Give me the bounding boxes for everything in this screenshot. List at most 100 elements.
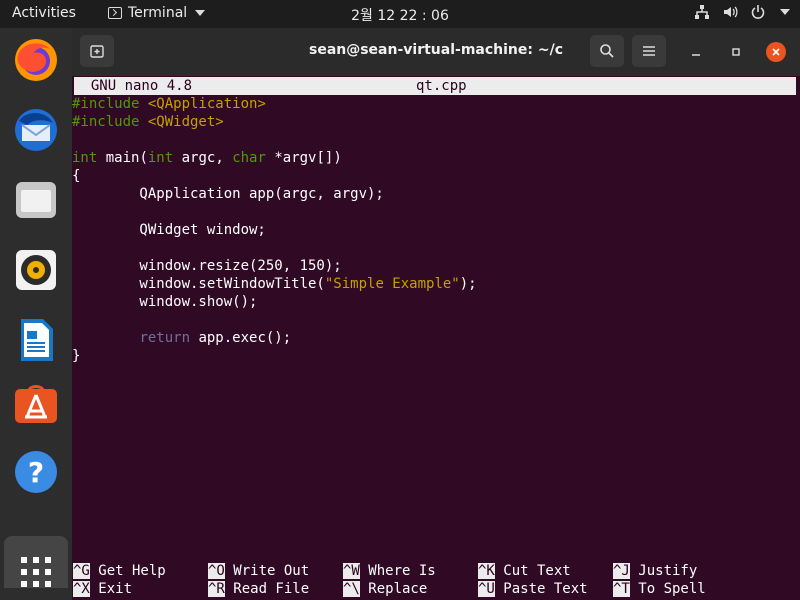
shortcut-label: Read File xyxy=(224,581,310,597)
shortcut-label: Cut Text xyxy=(494,563,571,579)
code-line[interactable]: } xyxy=(72,347,80,365)
search-icon xyxy=(600,44,614,58)
shortcut-key: ^T xyxy=(613,581,630,597)
code-line[interactable]: #include <QWidget> xyxy=(72,113,224,131)
rhythmbox-icon[interactable] xyxy=(12,246,60,294)
code-token: <QApplication> xyxy=(147,96,266,112)
shortcut-label: Where Is xyxy=(359,563,436,579)
code-token: { xyxy=(72,168,81,184)
terminal-window: sean@sean-virtual-machine: ~/c GNU nano … xyxy=(72,28,800,600)
code-token: ); xyxy=(459,276,477,292)
code-token: QWidget window; xyxy=(72,222,266,238)
code-token: "Simple Example" xyxy=(324,276,460,292)
shortcut-item: ^O Write Out xyxy=(208,562,309,580)
app-menu[interactable]: Terminal xyxy=(108,5,206,21)
shortcut-label: Paste Text xyxy=(494,581,588,597)
shortcut-key: ^K xyxy=(478,563,495,579)
minimize-icon xyxy=(692,54,700,56)
shortcut-item: ^\ Replace xyxy=(343,580,427,598)
code-token: <QWidget> xyxy=(147,114,224,130)
code-token: #include xyxy=(72,114,148,130)
shortcut-key: ^\ xyxy=(343,581,360,597)
volume-icon[interactable] xyxy=(722,4,738,20)
shortcut-key: ^G xyxy=(73,563,90,579)
shortcut-item: ^X Exit xyxy=(73,580,132,598)
code-token: } xyxy=(72,348,81,364)
shortcut-item: ^W Where Is xyxy=(343,562,436,580)
top-bar: Activities Terminal 2월 12 22 : 06 xyxy=(0,0,800,28)
shortcut-item: ^U Paste Text xyxy=(478,580,588,598)
code-line[interactable]: #include <QApplication> xyxy=(72,95,266,113)
app-menu-label: Terminal xyxy=(128,5,188,21)
software-center-icon[interactable] xyxy=(12,380,60,428)
help-icon[interactable]: ? xyxy=(12,448,60,496)
code-token: int xyxy=(147,150,174,166)
files-icon[interactable] xyxy=(12,176,60,224)
shortcut-key: ^O xyxy=(208,563,225,579)
code-line[interactable]: window.show(); xyxy=(72,293,257,311)
chevron-down-icon xyxy=(195,10,206,16)
code-line[interactable]: return app.exec(); xyxy=(72,329,291,347)
code-token: *argv[]) xyxy=(265,150,342,166)
code-line[interactable]: window.setWindowTitle("Simple Example"); xyxy=(72,275,477,293)
shortcut-label: Write Out xyxy=(224,563,310,579)
nano-version: GNU nano 4.8 xyxy=(74,78,193,94)
svg-text:?: ? xyxy=(28,456,44,489)
shortcut-item: ^T To Spell xyxy=(613,580,706,598)
firefox-icon[interactable] xyxy=(12,36,60,84)
code-line[interactable]: int main(int argc, char *argv[]) xyxy=(72,149,342,167)
close-button[interactable] xyxy=(766,42,786,62)
shortcut-label: Exit xyxy=(89,581,133,597)
shortcut-key: ^J xyxy=(613,563,630,579)
nano-editor[interactable]: GNU nano 4.8 qt.cpp #include <QApplicatio… xyxy=(72,76,800,600)
shortcut-label: To Spell xyxy=(629,581,706,597)
code-line[interactable]: QWidget window; xyxy=(72,221,266,239)
title-bar[interactable]: sean@sean-virtual-machine: ~/c xyxy=(72,28,800,76)
hamburger-icon xyxy=(643,46,655,56)
terminal-icon xyxy=(108,7,122,19)
code-token: window.resize(250, 150); xyxy=(72,258,342,274)
activities-button[interactable]: Activities xyxy=(12,5,76,21)
code-line[interactable]: QApplication app(argc, argv); xyxy=(72,185,384,203)
code-token: #include xyxy=(72,96,148,112)
power-icon[interactable] xyxy=(750,4,766,20)
code-line[interactable]: window.resize(250, 150); xyxy=(72,257,342,275)
search-button[interactable] xyxy=(590,35,624,67)
thunderbird-icon[interactable] xyxy=(12,106,60,154)
shortcut-key: ^U xyxy=(478,581,495,597)
shortcut-label: Replace xyxy=(359,581,428,597)
code-token: argc, xyxy=(173,150,233,166)
code-token: window.setWindowTitle( xyxy=(72,276,325,292)
code-token: window.show(); xyxy=(72,294,258,310)
shortcut-label: Get Help xyxy=(89,563,166,579)
libreoffice-writer-icon[interactable] xyxy=(12,316,60,364)
code-token: main( xyxy=(97,150,148,166)
shortcut-item: ^J Justify xyxy=(613,562,697,580)
file-name: qt.cpp xyxy=(416,78,467,94)
code-token: app.exec(); xyxy=(190,330,292,346)
system-tray[interactable] xyxy=(694,4,790,20)
maximize-button[interactable] xyxy=(726,42,746,62)
code-token: char xyxy=(232,150,266,166)
show-apps-icon[interactable] xyxy=(12,548,60,596)
dock: ? xyxy=(0,28,72,600)
minimize-button[interactable] xyxy=(686,42,706,62)
shortcut-key: ^X xyxy=(73,581,90,597)
shortcut-item: ^G Get Help xyxy=(73,562,166,580)
new-tab-button[interactable] xyxy=(80,35,114,67)
shortcut-label: Justify xyxy=(629,563,698,579)
code-token: QApplication app(argc, argv); xyxy=(72,186,384,202)
network-icon[interactable] xyxy=(694,4,710,20)
maximize-icon xyxy=(732,48,740,56)
menu-button[interactable] xyxy=(632,35,666,67)
shortcut-item: ^K Cut Text xyxy=(478,562,571,580)
chevron-down-icon[interactable] xyxy=(780,9,790,15)
code-line[interactable]: { xyxy=(72,167,80,185)
code-token: int xyxy=(72,150,98,166)
close-icon xyxy=(772,48,780,56)
code-token: return xyxy=(139,330,191,346)
new-tab-icon xyxy=(90,45,104,58)
shortcut-item: ^R Read File xyxy=(208,580,309,598)
shortcut-key: ^R xyxy=(208,581,225,597)
